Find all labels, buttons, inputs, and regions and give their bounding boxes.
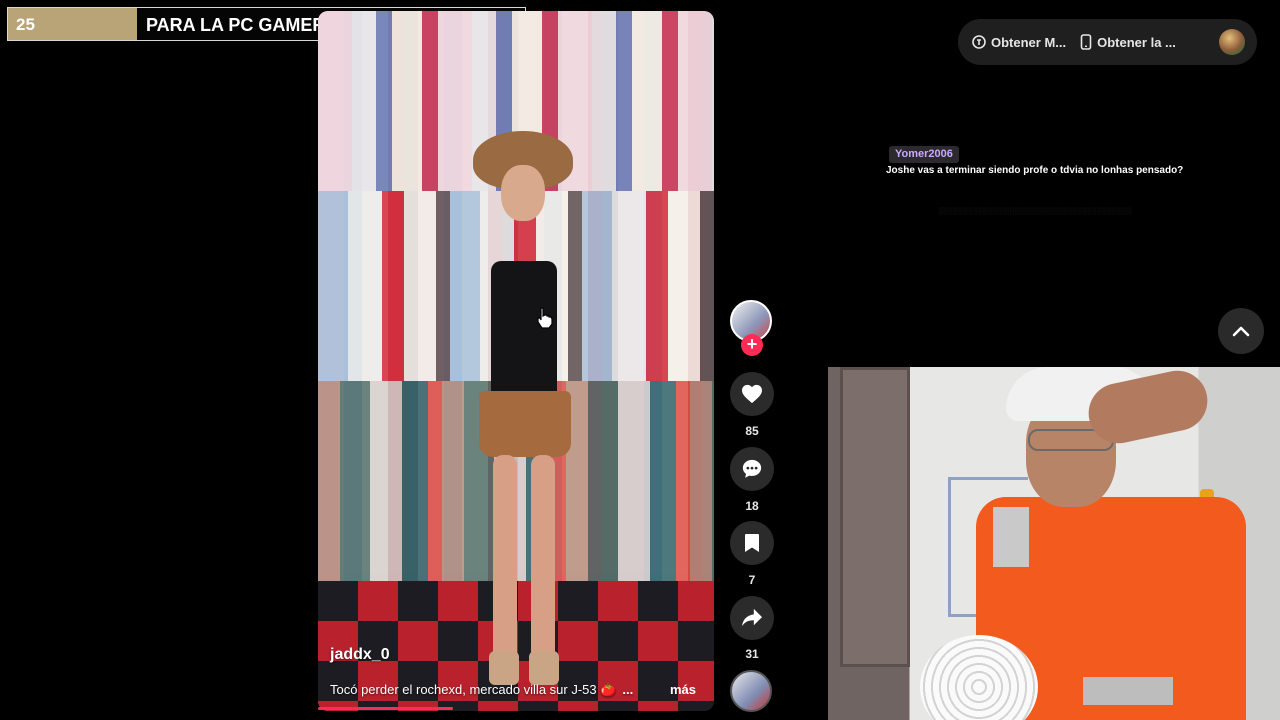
top-actions-pill: Obtener M... Obtener la ...: [958, 19, 1257, 65]
share-button[interactable]: [730, 596, 774, 640]
video-person: [463, 131, 583, 691]
bookmark-icon: [745, 534, 759, 552]
video-caption-dots: ...: [622, 682, 634, 697]
share-arrow-icon: [742, 608, 762, 627]
get-coins-label: Obtener M...: [991, 34, 1067, 50]
save-button[interactable]: [730, 521, 774, 565]
profile-avatar[interactable]: [1219, 29, 1245, 55]
video-caption-text: Tocó perder el rochexd, mercado villa su…: [330, 682, 617, 697]
get-app-button[interactable]: Obtener la ...: [1080, 34, 1176, 50]
chat-faded-line: ░░░░░░░░░░░░░░░░░░░░░░░░░░░░░░░░░░░░░░░: [938, 208, 1132, 215]
get-app-label: Obtener la ...: [1097, 34, 1176, 50]
goal-title-text: PARA LA PC GAMER: [146, 15, 326, 35]
follow-button[interactable]: +: [741, 334, 763, 356]
coin-icon: [972, 35, 986, 49]
video-username[interactable]: jaddx_0: [330, 646, 390, 664]
goal-start-value: 25: [16, 15, 35, 34]
comment-count: 18: [745, 499, 759, 513]
like-button[interactable]: [730, 372, 774, 416]
sound-avatar[interactable]: [730, 670, 772, 712]
phone-icon: [1080, 34, 1092, 50]
chat-message: Joshe vas a terminar siendo profe o tdvi…: [886, 165, 1184, 176]
video-caption: Tocó perder el rochexd, mercado villa su…: [330, 682, 633, 698]
comment-icon: [742, 459, 762, 478]
get-coins-button[interactable]: Obtener M...: [972, 35, 1066, 50]
share-count: 31: [745, 647, 759, 661]
chat-username: Yomer2006: [889, 146, 959, 163]
more-button[interactable]: más: [670, 682, 696, 697]
like-count: 85: [745, 424, 759, 438]
comment-button[interactable]: [730, 447, 774, 491]
save-count: 7: [748, 573, 756, 587]
video-player[interactable]: [318, 11, 714, 711]
video-progress-bar[interactable]: [318, 707, 453, 710]
heart-icon: [742, 384, 762, 404]
plus-icon: +: [746, 334, 758, 354]
chevron-up-icon: [1232, 326, 1250, 337]
scroll-up-button[interactable]: [1218, 308, 1264, 354]
webcam-feed: [828, 367, 1280, 720]
